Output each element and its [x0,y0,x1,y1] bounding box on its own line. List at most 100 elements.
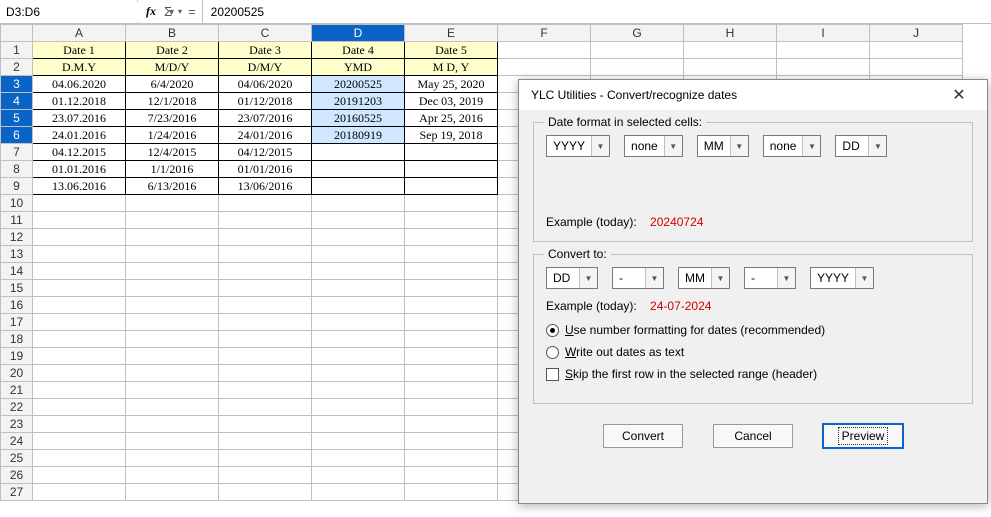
col-header-I[interactable]: I [777,25,870,42]
row-header-2[interactable]: 2 [1,59,33,76]
cell-D27[interactable] [312,484,405,501]
radio-number-formatting[interactable]: Use number formatting for dates (recomme… [546,323,960,337]
cell-D25[interactable] [312,450,405,467]
cell-E3[interactable]: May 25, 2020 [405,76,498,93]
cell-D9[interactable] [312,178,405,195]
convert-button[interactable]: Convert [603,424,683,448]
cell-D7[interactable] [312,144,405,161]
cell-C6[interactable]: 24/01/2016 [219,127,312,144]
cell-D20[interactable] [312,365,405,382]
cell-D4[interactable]: 20191203 [312,93,405,110]
cell-C27[interactable] [219,484,312,501]
target-combo-2[interactable]: MM▼ [678,267,730,289]
cell-C22[interactable] [219,399,312,416]
cell-B14[interactable] [126,263,219,280]
row-header-16[interactable]: 16 [1,297,33,314]
cell-E18[interactable] [405,331,498,348]
col-header-F[interactable]: F [498,25,591,42]
row-header-8[interactable]: 8 [1,161,33,178]
cell-E11[interactable] [405,212,498,229]
cell-E4[interactable]: Dec 03, 2019 [405,93,498,110]
cell-B15[interactable] [126,280,219,297]
cell-E10[interactable] [405,195,498,212]
fx-button[interactable]: fx [142,4,160,19]
row-header-4[interactable]: 4 [1,93,33,110]
cell-A4[interactable]: 01.12.2018 [33,93,126,110]
col-header-B[interactable]: B [126,25,219,42]
sigma-icon[interactable]: Σ [162,4,174,19]
cell-D23[interactable] [312,416,405,433]
cell-C12[interactable] [219,229,312,246]
cell-A12[interactable] [33,229,126,246]
row-header-5[interactable]: 5 [1,110,33,127]
target-combo-4[interactable]: YYYY▼ [810,267,874,289]
cell-E13[interactable] [405,246,498,263]
cell-A6[interactable]: 24.01.2016 [33,127,126,144]
row-header-18[interactable]: 18 [1,331,33,348]
row-header-17[interactable]: 17 [1,314,33,331]
cell-C7[interactable]: 04/12/2015 [219,144,312,161]
cell-C14[interactable] [219,263,312,280]
cell-D17[interactable] [312,314,405,331]
cell-J2[interactable] [870,59,963,76]
cell-A8[interactable]: 01.01.2016 [33,161,126,178]
cell-D13[interactable] [312,246,405,263]
target-combo-3[interactable]: -▼ [744,267,796,289]
cell-D21[interactable] [312,382,405,399]
target-combo-1[interactable]: -▼ [612,267,664,289]
col-header-A[interactable]: A [33,25,126,42]
cell-B21[interactable] [126,382,219,399]
row-header-11[interactable]: 11 [1,212,33,229]
cell-B20[interactable] [126,365,219,382]
row-header-7[interactable]: 7 [1,144,33,161]
cell-A13[interactable] [33,246,126,263]
source-combo-0[interactable]: YYYY▼ [546,135,610,157]
row-header-15[interactable]: 15 [1,280,33,297]
source-combo-1[interactable]: none▼ [624,135,683,157]
cell-A19[interactable] [33,348,126,365]
cell-A17[interactable] [33,314,126,331]
row-header-12[interactable]: 12 [1,229,33,246]
cell-C3[interactable]: 04/06/2020 [219,76,312,93]
cell-E7[interactable] [405,144,498,161]
cell-D11[interactable] [312,212,405,229]
cell-C26[interactable] [219,467,312,484]
cell-E14[interactable] [405,263,498,280]
cell-B22[interactable] [126,399,219,416]
cell-A21[interactable] [33,382,126,399]
cell-B9[interactable]: 6/13/2016 [126,178,219,195]
row-header-9[interactable]: 9 [1,178,33,195]
cell-A26[interactable] [33,467,126,484]
source-combo-2[interactable]: MM▼ [697,135,749,157]
row-header-25[interactable]: 25 [1,450,33,467]
cell-H2[interactable] [684,59,777,76]
cell-B8[interactable]: 1/1/2016 [126,161,219,178]
cell-E21[interactable] [405,382,498,399]
cell-E15[interactable] [405,280,498,297]
target-combo-0[interactable]: DD▼ [546,267,598,289]
cell-B23[interactable] [126,416,219,433]
cell-B6[interactable]: 1/24/2016 [126,127,219,144]
dialog-titlebar[interactable]: YLC Utilities - Convert/recognize dates … [519,80,987,110]
cell-C16[interactable] [219,297,312,314]
cell-E22[interactable] [405,399,498,416]
cell-C1[interactable]: Date 3 [219,42,312,59]
radio-write-text[interactable]: Write out dates as text [546,345,960,359]
cell-C20[interactable] [219,365,312,382]
preview-button[interactable]: Preview [823,424,903,448]
cell-D18[interactable] [312,331,405,348]
cell-D2[interactable]: YMD [312,59,405,76]
cell-B5[interactable]: 7/23/2016 [126,110,219,127]
col-header-H[interactable]: H [684,25,777,42]
cell-D14[interactable] [312,263,405,280]
cell-B12[interactable] [126,229,219,246]
row-header-6[interactable]: 6 [1,127,33,144]
cell-B25[interactable] [126,450,219,467]
cell-C2[interactable]: D/M/Y [219,59,312,76]
cell-D3[interactable]: 20200525 [312,76,405,93]
row-header-23[interactable]: 23 [1,416,33,433]
cell-E9[interactable] [405,178,498,195]
cell-E24[interactable] [405,433,498,450]
cell-C15[interactable] [219,280,312,297]
cell-E25[interactable] [405,450,498,467]
